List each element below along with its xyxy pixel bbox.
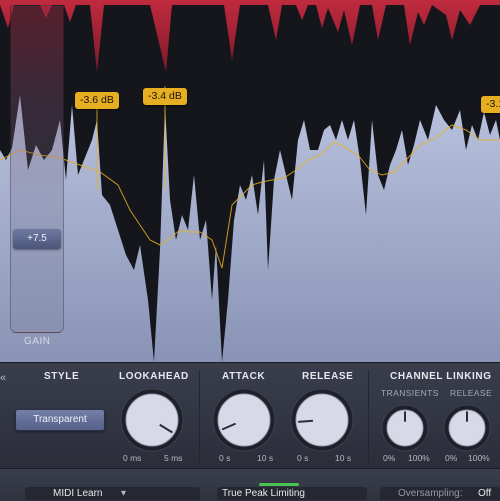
release-linking-knob[interactable] — [442, 403, 492, 453]
release-max: 10 s — [335, 453, 352, 463]
oversampling-label: Oversampling: — [398, 488, 463, 499]
midi-learn-label: MIDI Learn — [53, 488, 103, 499]
lookahead-max: 5 ms — [164, 453, 183, 463]
dropdown-icon: ▾ — [121, 488, 127, 499]
knob-graphic — [120, 388, 184, 452]
gain-reduction-meter — [0, 0, 500, 72]
transients-max: 100% — [408, 453, 430, 463]
midi-learn-button[interactable]: MIDI Learn ▾ — [25, 487, 200, 500]
linking-release-max: 100% — [468, 453, 490, 463]
peak-label: -3.1 — [481, 96, 500, 113]
waveform-graph — [0, 0, 500, 362]
transients-linking-knob[interactable] — [380, 403, 430, 453]
lookahead-min: 0 ms — [123, 453, 142, 463]
knob-graphic — [290, 388, 354, 452]
linking-release-label: RELEASE — [450, 388, 493, 398]
attack-max: 10 s — [257, 453, 274, 463]
transients-label: TRANSIENTS — [381, 388, 439, 398]
style-label: STYLE — [44, 371, 80, 382]
style-dropdown[interactable]: Transparent — [15, 409, 105, 431]
lookahead-knob[interactable] — [119, 387, 185, 453]
peak-label: -3.4 dB — [143, 88, 187, 105]
gain-label: GAIN — [24, 336, 51, 347]
knob-indicator — [298, 419, 314, 423]
waveform-area — [0, 95, 500, 362]
transients-min: 0% — [383, 453, 396, 463]
peak-label: -3.6 dB — [75, 92, 119, 109]
section-divider — [368, 370, 369, 462]
knob-graphic — [212, 388, 276, 452]
release-min: 0 s — [297, 453, 309, 463]
collapse-panel-icon[interactable]: « — [0, 372, 6, 384]
gain-slider[interactable] — [10, 5, 64, 333]
oversampling-control[interactable]: Oversampling: Off — [380, 487, 500, 500]
true-peak-label: True Peak Limiting — [222, 488, 305, 499]
true-peak-toggle[interactable]: True Peak Limiting — [217, 483, 367, 500]
attack-min: 0 s — [219, 453, 231, 463]
attack-knob[interactable] — [211, 387, 277, 453]
channel-linking-label: CHANNEL LINKING — [390, 371, 492, 382]
attack-label: ATTACK — [222, 371, 266, 382]
lookahead-label: LOOKAHEAD — [119, 371, 189, 382]
knob-graphic — [443, 404, 491, 452]
limiter-display: +7.5 GAIN -3.6 dB -3.4 dB -3.1 — [0, 0, 500, 362]
knob-graphic — [381, 404, 429, 452]
linking-release-min: 0% — [445, 453, 458, 463]
release-label: RELEASE — [302, 371, 354, 382]
release-knob[interactable] — [289, 387, 355, 453]
true-peak-indicator — [259, 483, 299, 486]
oversampling-value: Off — [478, 488, 492, 499]
section-divider — [199, 370, 200, 462]
gain-value[interactable]: +7.5 — [13, 229, 61, 249]
